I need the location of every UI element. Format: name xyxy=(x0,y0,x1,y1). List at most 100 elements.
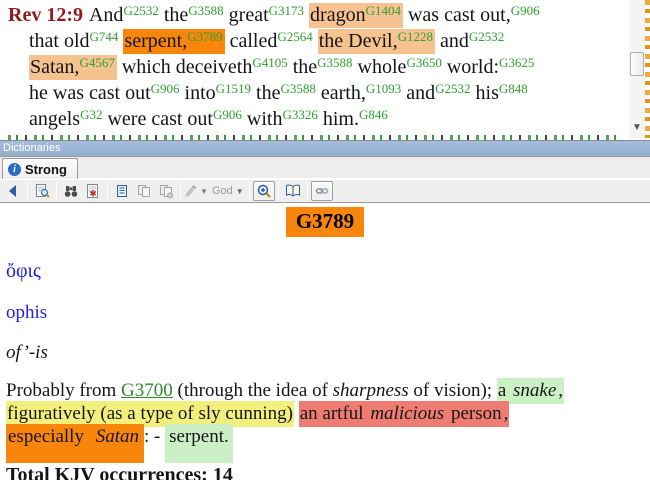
verse-word: AndG2532 xyxy=(88,3,159,26)
strong-number-link[interactable]: G906 xyxy=(213,107,242,122)
verse-word: he was cast outG906 xyxy=(29,81,180,104)
strong-number-link[interactable]: G1093 xyxy=(366,81,401,96)
verse-word: Satan,G4567 xyxy=(29,55,117,80)
strong-number-link[interactable]: G744 xyxy=(90,29,119,44)
verse-word: earth,G1093 xyxy=(320,81,402,104)
toolbar-separator xyxy=(56,182,57,200)
strong-number-link[interactable]: G2532 xyxy=(469,29,504,44)
book-open-icon xyxy=(285,183,301,199)
definition-segment: malicious xyxy=(369,401,446,427)
page-star-icon: ✱ xyxy=(85,183,101,199)
strong-number-link[interactable]: G3326 xyxy=(282,107,317,122)
verse-word: was cast out,G906 xyxy=(407,3,540,26)
definition-segment: Satan xyxy=(93,424,144,463)
verse-word: hisG848 xyxy=(475,81,528,104)
verse-word: theG3588 xyxy=(256,81,316,104)
verse-word: were cast outG906 xyxy=(107,107,242,130)
zoom-in-icon xyxy=(256,183,272,199)
dictionary-toolbar: ✱ ▼ God ▼ xyxy=(0,179,650,203)
resource-selector[interactable]: God ▼ xyxy=(206,181,246,201)
strong-number-link[interactable]: G2532 xyxy=(123,3,158,18)
verse-word: theG3588 xyxy=(292,55,353,78)
verse-word: andG2532 xyxy=(406,81,471,104)
dictionary-lookup-button[interactable] xyxy=(31,181,53,201)
total-occurrences-label: Total KJV occurrences: xyxy=(6,464,208,480)
strong-number-link[interactable]: G32 xyxy=(80,107,102,122)
definition-segment: Probably from xyxy=(6,380,122,401)
study-notes-button[interactable] xyxy=(111,181,133,201)
tab-strong[interactable]: i Strong xyxy=(2,158,78,179)
verse-reference[interactable]: Rev 12:9 xyxy=(8,4,83,26)
copy-verses-button[interactable] xyxy=(155,181,177,201)
zoom-button[interactable] xyxy=(252,181,275,201)
strong-number-link[interactable]: G3173 xyxy=(269,3,304,18)
bible-pane: Rev 12:9 AndG2532 theG3588 greatG3173 dra… xyxy=(0,0,650,140)
definition-segment: : - xyxy=(144,426,166,447)
clipped-next-verse-line xyxy=(8,135,620,140)
strong-number-link[interactable]: G848 xyxy=(499,81,528,96)
copy-icon xyxy=(136,183,152,199)
strongs-cross-reference-link[interactable]: G3700 xyxy=(121,380,173,401)
verse-list-button[interactable]: ✱ xyxy=(82,181,104,201)
strong-number-link[interactable]: G3625 xyxy=(499,55,534,70)
verse-line: he was cast outG906 intoG1519 theG3588 e… xyxy=(8,80,624,106)
strongs-number-heading: G3789 xyxy=(285,207,365,237)
toolbar-separator xyxy=(27,182,28,200)
strong-number-link[interactable]: G1519 xyxy=(216,81,251,96)
verse-line: that oldG744 serpent,G3789 calledG2564 t… xyxy=(8,28,624,54)
definition-segment: especially xyxy=(6,424,94,463)
strong-number-link[interactable]: G4105 xyxy=(252,55,287,70)
strong-number-link[interactable]: G3789 xyxy=(187,29,222,44)
bible-scrollbar-thumb[interactable] xyxy=(630,52,644,76)
scroll-down-arrow-icon[interactable]: ▼ xyxy=(629,121,645,135)
arrow-left-icon xyxy=(5,183,21,199)
dictionaries-panel-header: Dictionaries xyxy=(0,140,650,156)
strong-number-link[interactable]: G1404 xyxy=(366,3,401,18)
definition-segment: person xyxy=(445,401,503,427)
strong-number-link[interactable]: G2532 xyxy=(435,81,470,96)
dictionary-tab-bar: i Strong xyxy=(0,156,650,179)
compare-button[interactable] xyxy=(282,181,304,201)
verse-word: him.G846 xyxy=(322,107,388,130)
notes-icon xyxy=(114,183,130,199)
binoculars-icon xyxy=(63,183,79,199)
strong-number-link[interactable]: G846 xyxy=(359,107,388,122)
verse-word: dragonG1404 xyxy=(309,3,403,28)
verse-word: angelsG32 xyxy=(29,107,103,130)
strong-number-link[interactable]: G3650 xyxy=(406,55,441,70)
definition-line: Probably from G3700 (through the idea of… xyxy=(6,378,644,404)
definition-line: figuratively (as a type of sly cunning) … xyxy=(6,401,644,427)
strong-number-link[interactable]: G906 xyxy=(151,81,180,96)
verse-word: greatG3173 xyxy=(228,3,305,26)
toolbar-separator xyxy=(277,182,279,200)
toolbar-separator xyxy=(180,182,181,200)
verse-line: Satan,G4567 which deceivethG4105 theG358… xyxy=(8,54,624,80)
strong-number-link[interactable]: G3588 xyxy=(280,81,315,96)
total-occurrences-value: 14 xyxy=(212,464,233,480)
transliteration: ophis xyxy=(6,302,48,323)
link-button[interactable] xyxy=(310,181,333,201)
svg-text:✱: ✱ xyxy=(89,189,97,199)
toolbar-separator xyxy=(107,182,108,200)
strong-number-link[interactable]: G2564 xyxy=(277,29,312,44)
definition-segment: sharpness xyxy=(332,380,409,401)
search-button[interactable] xyxy=(60,181,82,201)
highlighter-button[interactable]: ▼ xyxy=(184,181,208,201)
verse-line: Rev 12:9 AndG2532 theG3588 greatG3173 dra… xyxy=(8,2,624,28)
dictionaries-panel-title: Dictionaries xyxy=(3,142,61,154)
adjacent-pane-edge xyxy=(645,0,650,138)
definition-text: Probably from G3700 (through the idea of… xyxy=(6,378,644,463)
bible-scrollbar[interactable]: ▼ xyxy=(629,0,645,138)
strong-number-link[interactable]: G3588 xyxy=(317,55,352,70)
link-icon xyxy=(314,183,330,199)
strong-number-link[interactable]: G4567 xyxy=(79,55,114,70)
verse-word: which deceivethG4105 xyxy=(121,55,288,78)
strong-number-link[interactable]: G1228 xyxy=(398,29,433,44)
verse-word: world:G3625 xyxy=(446,55,535,78)
page-find-icon xyxy=(34,183,50,199)
copy-button[interactable] xyxy=(133,181,155,201)
verse-word: intoG1519 xyxy=(184,81,252,104)
back-button[interactable] xyxy=(2,181,24,201)
strong-number-link[interactable]: G906 xyxy=(511,3,540,18)
strong-number-link[interactable]: G3588 xyxy=(188,3,223,18)
